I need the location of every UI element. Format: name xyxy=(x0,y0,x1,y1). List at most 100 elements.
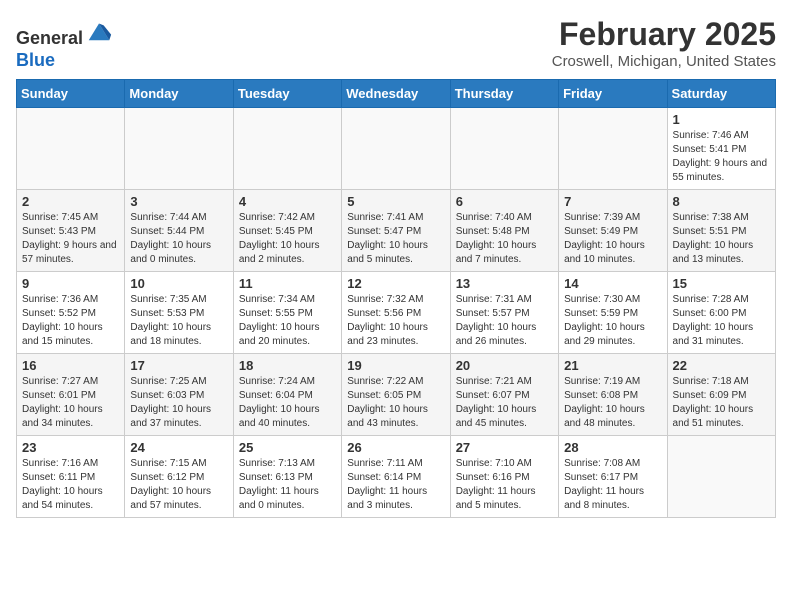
day-info: Sunrise: 7:34 AM Sunset: 5:55 PM Dayligh… xyxy=(239,293,336,349)
day-info: Sunrise: 7:32 AM Sunset: 5:56 PM Dayligh… xyxy=(347,293,444,349)
day-number: 13 xyxy=(456,276,553,291)
day-info: Sunrise: 7:42 AM Sunset: 5:45 PM Dayligh… xyxy=(239,211,336,267)
calendar-cell: 12 Sunrise: 7:32 AM Sunset: 5:56 PM Dayli… xyxy=(342,272,450,354)
calendar-cell: 27 Sunrise: 7:10 AM Sunset: 6:16 PM Dayli… xyxy=(450,436,558,518)
day-info: Sunrise: 7:25 AM Sunset: 6:03 PM Dayligh… xyxy=(130,375,227,431)
day-info: Sunrise: 7:40 AM Sunset: 5:48 PM Dayligh… xyxy=(456,211,553,267)
day-info: Sunrise: 7:18 AM Sunset: 6:09 PM Dayligh… xyxy=(673,375,770,431)
calendar-cell: 6 Sunrise: 7:40 AM Sunset: 5:48 PM Daylig… xyxy=(450,190,558,272)
day-number: 15 xyxy=(673,276,770,291)
day-number: 12 xyxy=(347,276,444,291)
day-info: Sunrise: 7:35 AM Sunset: 5:53 PM Dayligh… xyxy=(130,293,227,349)
calendar-cell: 25 Sunrise: 7:13 AM Sunset: 6:13 PM Dayli… xyxy=(233,436,341,518)
calendar-cell: 22 Sunrise: 7:18 AM Sunset: 6:09 PM Dayli… xyxy=(667,354,775,436)
calendar-week-row: 23 Sunrise: 7:16 AM Sunset: 6:11 PM Dayli… xyxy=(17,436,776,518)
weekday-header: Thursday xyxy=(450,80,558,108)
day-number: 22 xyxy=(673,358,770,373)
day-number: 19 xyxy=(347,358,444,373)
day-number: 7 xyxy=(564,194,661,209)
weekday-header: Wednesday xyxy=(342,80,450,108)
calendar-cell xyxy=(125,108,233,190)
day-info: Sunrise: 7:08 AM Sunset: 6:17 PM Dayligh… xyxy=(564,457,661,513)
weekday-header: Tuesday xyxy=(233,80,341,108)
day-info: Sunrise: 7:44 AM Sunset: 5:44 PM Dayligh… xyxy=(130,211,227,267)
calendar-cell: 21 Sunrise: 7:19 AM Sunset: 6:08 PM Dayli… xyxy=(559,354,667,436)
calendar-cell xyxy=(17,108,125,190)
logo-blue: Blue xyxy=(16,50,55,70)
calendar-week-row: 9Sunrise: 7:36 AM Sunset: 5:52 PM Daylig… xyxy=(17,272,776,354)
day-number: 1 xyxy=(673,112,770,127)
day-info: Sunrise: 7:21 AM Sunset: 6:07 PM Dayligh… xyxy=(456,375,553,431)
calendar-cell xyxy=(667,436,775,518)
day-info: Sunrise: 7:41 AM Sunset: 5:47 PM Dayligh… xyxy=(347,211,444,267)
day-info: Sunrise: 7:15 AM Sunset: 6:12 PM Dayligh… xyxy=(130,457,227,513)
day-number: 4 xyxy=(239,194,336,209)
day-number: 11 xyxy=(239,276,336,291)
day-number: 27 xyxy=(456,440,553,455)
calendar-cell: 9Sunrise: 7:36 AM Sunset: 5:52 PM Daylig… xyxy=(17,272,125,354)
calendar-cell xyxy=(559,108,667,190)
day-number: 25 xyxy=(239,440,336,455)
logo: General Blue xyxy=(16,16,113,71)
calendar-cell xyxy=(233,108,341,190)
calendar-cell: 16Sunrise: 7:27 AM Sunset: 6:01 PM Dayli… xyxy=(17,354,125,436)
day-number: 17 xyxy=(130,358,227,373)
day-number: 24 xyxy=(130,440,227,455)
weekday-header: Monday xyxy=(125,80,233,108)
day-info: Sunrise: 7:22 AM Sunset: 6:05 PM Dayligh… xyxy=(347,375,444,431)
day-info: Sunrise: 7:30 AM Sunset: 5:59 PM Dayligh… xyxy=(564,293,661,349)
day-number: 3 xyxy=(130,194,227,209)
day-info: Sunrise: 7:46 AM Sunset: 5:41 PM Dayligh… xyxy=(673,129,770,185)
day-number: 10 xyxy=(130,276,227,291)
calendar-cell: 5 Sunrise: 7:41 AM Sunset: 5:47 PM Daylig… xyxy=(342,190,450,272)
calendar-cell: 17 Sunrise: 7:25 AM Sunset: 6:03 PM Dayli… xyxy=(125,354,233,436)
calendar-cell: 14 Sunrise: 7:30 AM Sunset: 5:59 PM Dayli… xyxy=(559,272,667,354)
day-info: Sunrise: 7:28 AM Sunset: 6:00 PM Dayligh… xyxy=(673,293,770,349)
weekday-header: Saturday xyxy=(667,80,775,108)
day-number: 8 xyxy=(673,194,770,209)
title-block: February 2025 Croswell, Michigan, United… xyxy=(552,16,776,70)
day-number: 20 xyxy=(456,358,553,373)
calendar-cell: 13 Sunrise: 7:31 AM Sunset: 5:57 PM Dayli… xyxy=(450,272,558,354)
weekday-header: Friday xyxy=(559,80,667,108)
calendar-cell: 26 Sunrise: 7:11 AM Sunset: 6:14 PM Dayli… xyxy=(342,436,450,518)
day-number: 23 xyxy=(22,440,119,455)
day-number: 28 xyxy=(564,440,661,455)
calendar-cell: 15 Sunrise: 7:28 AM Sunset: 6:00 PM Dayli… xyxy=(667,272,775,354)
logo-icon xyxy=(85,16,113,44)
calendar-cell: 23 Sunrise: 7:16 AM Sunset: 6:11 PM Dayli… xyxy=(17,436,125,518)
day-info: Sunrise: 7:31 AM Sunset: 5:57 PM Dayligh… xyxy=(456,293,553,349)
day-number: 26 xyxy=(347,440,444,455)
calendar-cell: 4 Sunrise: 7:42 AM Sunset: 5:45 PM Daylig… xyxy=(233,190,341,272)
day-number: 6 xyxy=(456,194,553,209)
calendar-cell: 19 Sunrise: 7:22 AM Sunset: 6:05 PM Dayli… xyxy=(342,354,450,436)
calendar-cell: 10 Sunrise: 7:35 AM Sunset: 5:53 PM Dayli… xyxy=(125,272,233,354)
day-number: 21 xyxy=(564,358,661,373)
logo-general: General xyxy=(16,28,83,48)
weekday-header: Sunday xyxy=(17,80,125,108)
month-title: February 2025 xyxy=(552,16,776,53)
calendar-cell: 2 Sunrise: 7:45 AM Sunset: 5:43 PM Daylig… xyxy=(17,190,125,272)
calendar-week-row: 2 Sunrise: 7:45 AM Sunset: 5:43 PM Daylig… xyxy=(17,190,776,272)
day-info: Sunrise: 7:45 AM Sunset: 5:43 PM Dayligh… xyxy=(22,211,119,267)
calendar-cell: 3 Sunrise: 7:44 AM Sunset: 5:44 PM Daylig… xyxy=(125,190,233,272)
day-info: Sunrise: 7:16 AM Sunset: 6:11 PM Dayligh… xyxy=(22,457,119,513)
calendar-cell: 1 Sunrise: 7:46 AM Sunset: 5:41 PM Daylig… xyxy=(667,108,775,190)
weekday-header-row: SundayMondayTuesdayWednesdayThursdayFrid… xyxy=(17,80,776,108)
day-info: Sunrise: 7:11 AM Sunset: 6:14 PM Dayligh… xyxy=(347,457,444,513)
day-info: Sunrise: 7:19 AM Sunset: 6:08 PM Dayligh… xyxy=(564,375,661,431)
page-header: General Blue February 2025 Croswell, Mic… xyxy=(16,16,776,71)
day-info: Sunrise: 7:27 AM Sunset: 6:01 PM Dayligh… xyxy=(22,375,119,431)
day-number: 2 xyxy=(22,194,119,209)
calendar-cell: 7Sunrise: 7:39 AM Sunset: 5:49 PM Daylig… xyxy=(559,190,667,272)
day-number: 14 xyxy=(564,276,661,291)
calendar-cell: 11 Sunrise: 7:34 AM Sunset: 5:55 PM Dayli… xyxy=(233,272,341,354)
day-info: Sunrise: 7:10 AM Sunset: 6:16 PM Dayligh… xyxy=(456,457,553,513)
day-info: Sunrise: 7:24 AM Sunset: 6:04 PM Dayligh… xyxy=(239,375,336,431)
day-info: Sunrise: 7:36 AM Sunset: 5:52 PM Dayligh… xyxy=(22,293,119,349)
calendar-cell: 20 Sunrise: 7:21 AM Sunset: 6:07 PM Dayli… xyxy=(450,354,558,436)
day-number: 5 xyxy=(347,194,444,209)
calendar-cell: 28 Sunrise: 7:08 AM Sunset: 6:17 PM Dayli… xyxy=(559,436,667,518)
day-info: Sunrise: 7:13 AM Sunset: 6:13 PM Dayligh… xyxy=(239,457,336,513)
day-info: Sunrise: 7:38 AM Sunset: 5:51 PM Dayligh… xyxy=(673,211,770,267)
